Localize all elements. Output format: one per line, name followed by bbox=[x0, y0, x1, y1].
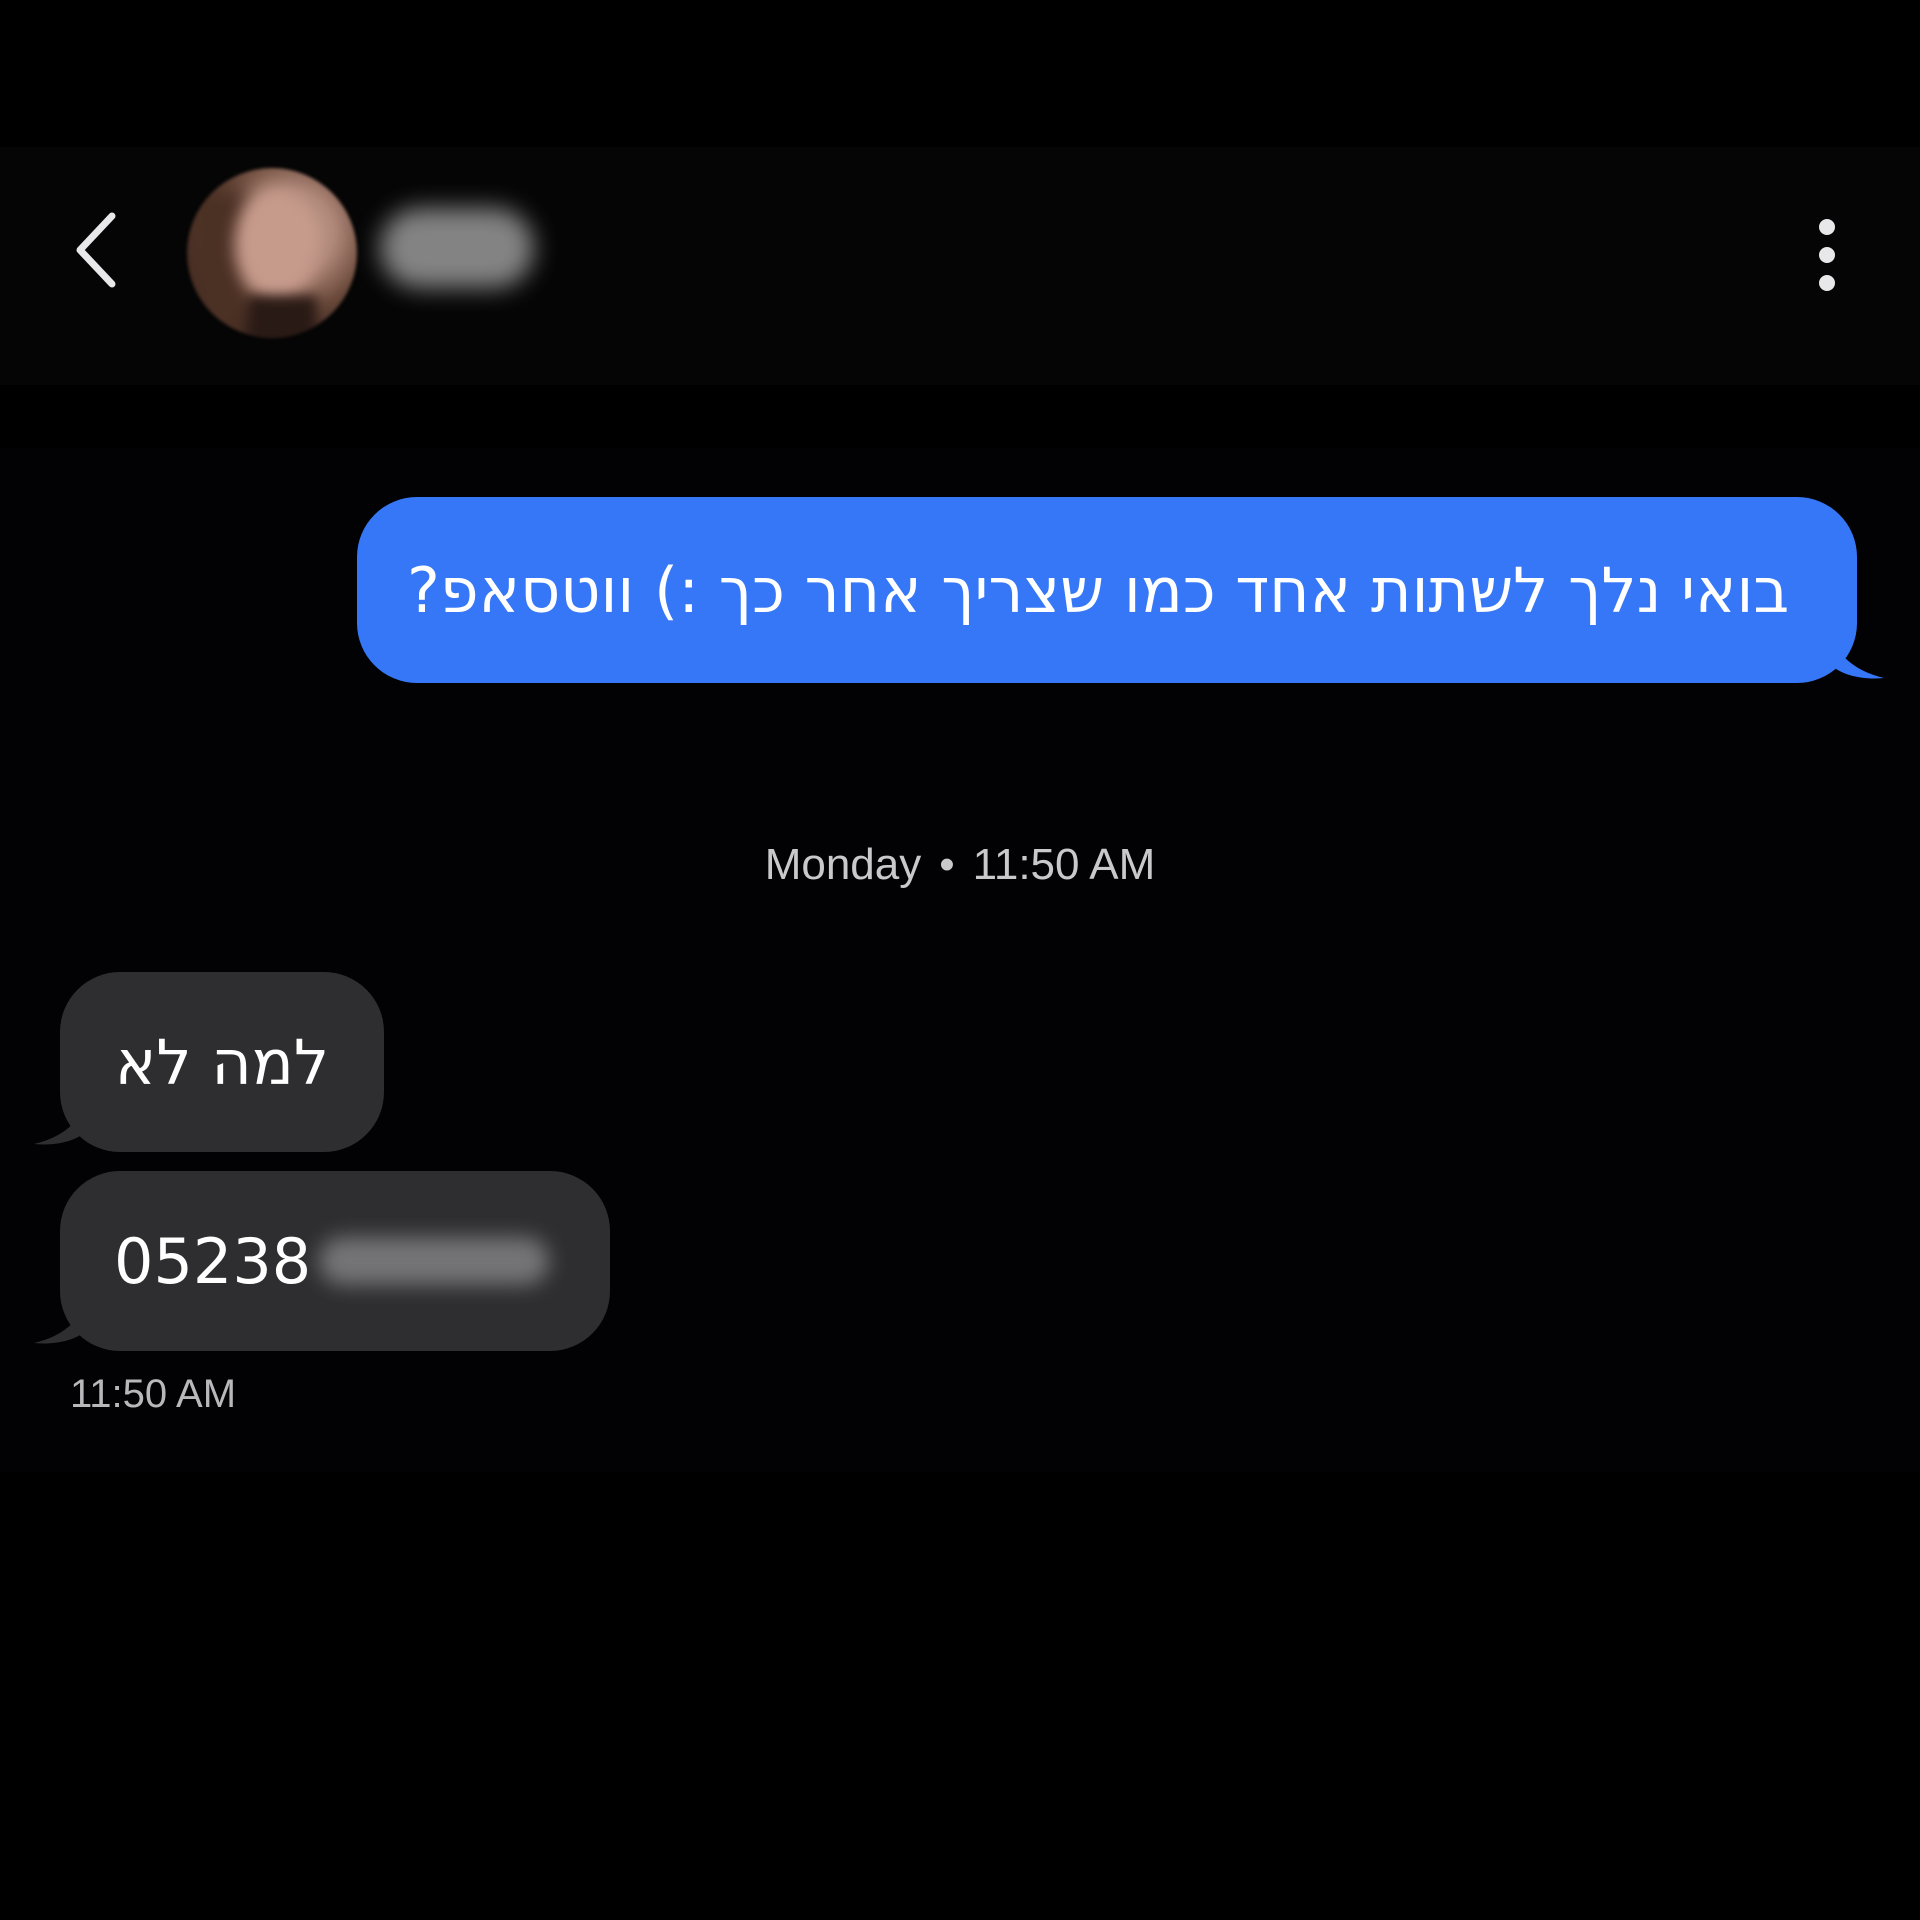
outgoing-message-bubble[interactable]: בואי נלך לשתות אחד כמו שצריך אחר כך :) ו… bbox=[357, 497, 1857, 683]
more-options-button[interactable] bbox=[1800, 210, 1854, 300]
incoming-message-bubble[interactable]: 05238 bbox=[60, 1171, 610, 1351]
phone-number-text[interactable]: 05238 bbox=[114, 1225, 311, 1298]
divider-day: Monday bbox=[764, 840, 922, 889]
chevron-left-icon bbox=[76, 212, 116, 288]
incoming-message-bubble[interactable]: למה לא bbox=[60, 972, 384, 1152]
contact-name[interactable] bbox=[380, 208, 534, 288]
contact-avatar[interactable] bbox=[187, 168, 357, 338]
divider-separator: • bbox=[939, 840, 955, 889]
messaging-screen: בואי נלך לשתות אחד כמו שצריך אחר כך :) ו… bbox=[0, 0, 1920, 1920]
date-divider: Monday • 11:50 AM bbox=[0, 840, 1920, 890]
message-timestamp: 11:50 AM bbox=[70, 1372, 237, 1416]
divider-time: 11:50 AM bbox=[972, 840, 1156, 889]
redacted-phone-digits bbox=[319, 1237, 550, 1285]
incoming-message-text: למה לא bbox=[114, 1025, 330, 1099]
back-button[interactable] bbox=[62, 205, 132, 295]
outgoing-message-text: בואי נלך לשתות אחד כמו שצריך אחר כך :) ו… bbox=[407, 553, 1790, 627]
more-vertical-icon bbox=[1819, 219, 1835, 291]
